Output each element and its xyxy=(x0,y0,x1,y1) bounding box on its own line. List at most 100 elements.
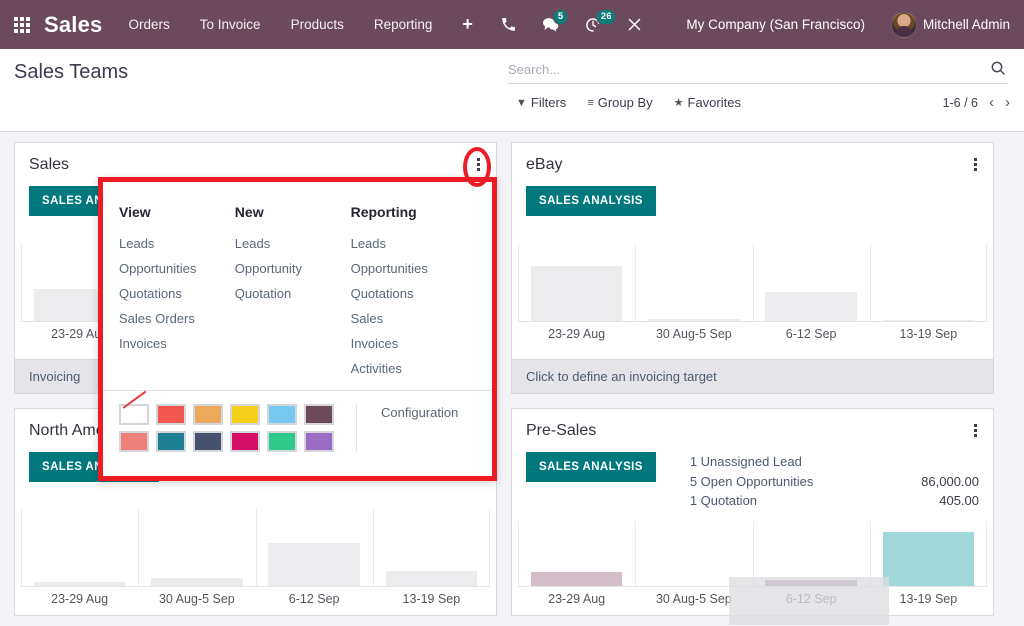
stat-row[interactable]: 5 Open Opportunities 86,000.00 xyxy=(690,472,979,492)
chart-bar-slot xyxy=(373,509,490,587)
nav-item-reporting[interactable]: Reporting xyxy=(374,17,433,32)
chart-axis-line xyxy=(21,586,490,587)
app-brand-sales[interactable]: Sales xyxy=(44,12,103,38)
stat-row[interactable]: 1 Quotation 405.00 xyxy=(690,491,979,511)
card-footer-invoicing-target[interactable]: Click to define an invoicing target xyxy=(512,359,993,393)
kanban-card-pre-sales[interactable]: Pre-Sales SALES ANALYSIS 1 Unassigned Le… xyxy=(511,408,994,616)
search-icon[interactable] xyxy=(990,60,1006,81)
search-input[interactable] xyxy=(508,62,968,80)
stat-label[interactable]: 1 Quotation xyxy=(690,491,757,511)
color-swatch-red[interactable] xyxy=(156,404,186,425)
card-menu-kebab-icon[interactable] xyxy=(967,421,983,439)
card-settings-dropdown[interactable]: View Leads Opportunities Quotations Sale… xyxy=(98,177,497,481)
card-bar-chart xyxy=(512,244,993,322)
dropdown-column-reporting: Reporting Leads Opportunities Quotations… xyxy=(351,204,472,381)
color-swatch-green[interactable] xyxy=(267,431,297,452)
nav-item-products[interactable]: Products xyxy=(291,17,344,32)
color-swatch-yellow[interactable] xyxy=(230,404,260,425)
stat-label[interactable]: 5 Open Opportunities xyxy=(690,472,814,492)
company-selector[interactable]: My Company (San Francisco) xyxy=(686,17,865,32)
dropdown-divider xyxy=(103,390,492,391)
color-swatch-light-blue[interactable] xyxy=(267,404,297,425)
chart-x-label: 23-29 Aug xyxy=(518,322,635,350)
chart-axis-line xyxy=(518,586,987,587)
activities-badge: 26 xyxy=(596,9,617,25)
color-swatch-teal[interactable] xyxy=(156,431,186,452)
chart-bar xyxy=(531,572,622,587)
card-body: SALES ANALYSIS xyxy=(512,174,993,216)
dropdown-item-reporting-activities[interactable]: Activities xyxy=(351,356,472,381)
dropdown-item-view-sales-orders[interactable]: Sales Orders xyxy=(119,306,235,331)
card-title: Sales xyxy=(29,156,482,174)
dropdown-item-reporting-invoices[interactable]: Invoices xyxy=(351,331,472,356)
color-swatch-dark-purple[interactable] xyxy=(304,404,334,425)
dropdown-bottom-row: Configuration xyxy=(119,404,476,452)
pager: 1-6 / 6 ‹ › xyxy=(943,95,1010,110)
sales-analysis-button[interactable]: SALES ANALYSIS xyxy=(526,452,656,482)
favorites-star-icon: ★ xyxy=(674,96,684,109)
kanban-card-ebay[interactable]: eBay SALES ANALYSIS xyxy=(511,142,994,394)
dropdown-item-configuration[interactable]: Configuration xyxy=(381,404,458,452)
color-swatch-no-color[interactable] xyxy=(119,404,149,425)
dropdown-columns: View Leads Opportunities Quotations Sale… xyxy=(119,204,472,381)
card-menu-kebab-icon[interactable] xyxy=(967,155,983,173)
dropdown-item-new-quotation[interactable]: Quotation xyxy=(235,281,351,306)
color-swatch-salmon[interactable] xyxy=(119,431,149,452)
group-by-label: Group By xyxy=(598,95,653,110)
favorites-button[interactable]: ★ Favorites xyxy=(674,95,741,110)
dropdown-item-reporting-opportunities[interactable]: Opportunities xyxy=(351,256,472,281)
dropdown-item-reporting-leads[interactable]: Leads xyxy=(351,231,472,256)
color-swatch-orange[interactable] xyxy=(193,404,223,425)
dropdown-item-reporting-sales[interactable]: Sales xyxy=(351,306,472,331)
chart-x-label: 30 Aug-5 Sep xyxy=(635,322,752,350)
activities-clock-icon[interactable]: 26 xyxy=(585,17,601,33)
nav-item-orders[interactable]: Orders xyxy=(129,17,170,32)
dropdown-item-view-leads[interactable]: Leads xyxy=(119,231,235,256)
dropdown-item-view-quotations[interactable]: Quotations xyxy=(119,281,235,306)
color-swatch-palette xyxy=(119,404,334,452)
chart-bar xyxy=(883,532,974,587)
color-swatch-navy[interactable] xyxy=(193,431,223,452)
card-menu-kebab-icon[interactable] xyxy=(470,155,486,173)
chart-x-label: 13-19 Sep xyxy=(870,322,987,350)
search-facets: ▼ Filters ≡ Group By ★ Favorites xyxy=(516,95,741,110)
apps-grid-icon[interactable] xyxy=(14,17,30,33)
color-swatch-violet[interactable] xyxy=(304,431,334,452)
pager-previous-icon[interactable]: ‹ xyxy=(989,95,994,110)
chart-x-label: 6-12 Sep xyxy=(753,587,870,615)
stat-value: 405.00 xyxy=(939,491,979,511)
chart-x-label: 13-19 Sep xyxy=(870,587,987,615)
user-menu[interactable]: Mitchell Admin xyxy=(891,12,1010,38)
chart-x-labels: 23-29 Aug 30 Aug-5 Sep 6-12 Sep 13-19 Se… xyxy=(15,587,496,615)
stat-label[interactable]: 1 Unassigned Lead xyxy=(690,452,802,472)
pager-next-icon[interactable]: › xyxy=(1005,95,1010,110)
card-header: eBay xyxy=(512,143,993,174)
chart-bar-slot xyxy=(635,244,752,322)
dropdown-item-view-opportunities[interactable]: Opportunities xyxy=(119,256,235,281)
search-bar[interactable] xyxy=(508,58,1008,84)
dropdown-item-new-leads[interactable]: Leads xyxy=(235,231,351,256)
color-swatch-magenta[interactable] xyxy=(230,431,260,452)
dropdown-column-view: View Leads Opportunities Quotations Sale… xyxy=(119,204,235,381)
nav-add-icon[interactable]: + xyxy=(462,14,473,35)
stat-row[interactable]: 1 Unassigned Lead xyxy=(690,452,979,472)
dropdown-item-new-opportunity[interactable]: Opportunity xyxy=(235,256,351,281)
filters-button[interactable]: ▼ Filters xyxy=(516,95,566,110)
card-header: Sales xyxy=(15,143,496,174)
messages-icon[interactable]: 5 xyxy=(542,17,559,32)
phone-icon[interactable] xyxy=(501,17,516,32)
chart-bar-slot xyxy=(753,244,870,322)
user-name-label: Mitchell Admin xyxy=(923,17,1010,32)
chart-bar-slot xyxy=(256,509,373,587)
dropdown-vertical-divider xyxy=(356,404,357,452)
card-title: eBay xyxy=(526,156,979,174)
screen-root: Sales Orders To Invoice Products Reporti… xyxy=(0,0,1024,626)
dropdown-item-reporting-quotations[interactable]: Quotations xyxy=(351,281,472,306)
card-stats: 1 Unassigned Lead 5 Open Opportunities 8… xyxy=(690,452,979,511)
group-by-button[interactable]: ≡ Group By xyxy=(587,95,652,110)
dropdown-item-view-invoices[interactable]: Invoices xyxy=(119,331,235,356)
page-title: Sales Teams xyxy=(14,61,128,84)
debug-wrench-icon[interactable] xyxy=(627,17,642,32)
nav-item-to-invoice[interactable]: To Invoice xyxy=(200,17,261,32)
sales-analysis-button[interactable]: SALES ANALYSIS xyxy=(526,186,656,216)
